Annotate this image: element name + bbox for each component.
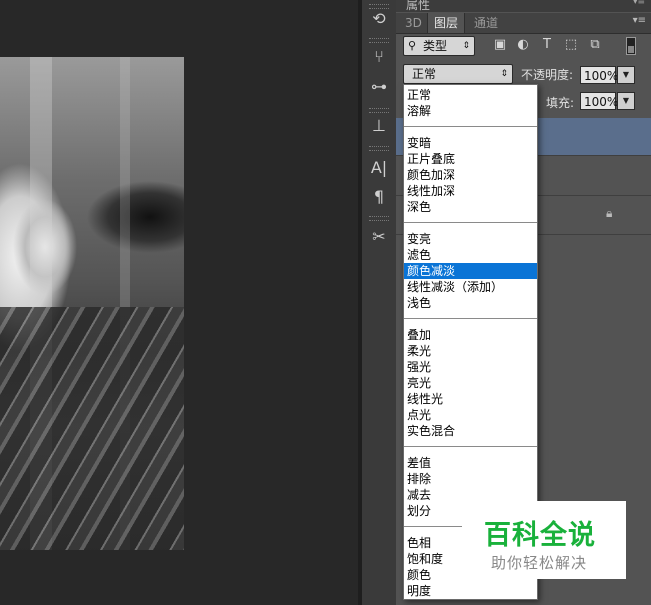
blend-option[interactable]: 正片叠底 <box>404 151 537 167</box>
panel-menu-icon[interactable]: ▾≡ <box>633 15 646 26</box>
smart-object-filter-icon[interactable]: ⧉ <box>587 37 603 53</box>
filter-kind-select[interactable]: ⚲ 类型 ⇕ <box>403 36 475 56</box>
filter-kind-label: 类型 <box>423 39 448 53</box>
blend-row: 正常 ⇕ 不透明度: 100% ▼ <box>396 62 651 86</box>
fill-input[interactable]: 100% <box>580 92 618 110</box>
blend-option[interactable]: 溶解 <box>404 103 537 119</box>
menu-separator <box>404 222 537 223</box>
panel-tabs: 3D 图层 通道 ▾≡ <box>396 13 651 34</box>
strip-grip[interactable] <box>369 38 389 43</box>
properties-panel-header: 属性 ▾≡ <box>396 0 651 12</box>
blend-option[interactable]: 线性减淡（添加） <box>404 279 537 295</box>
blend-option[interactable]: 颜色加深 <box>404 167 537 183</box>
strip-grip[interactable] <box>369 216 389 221</box>
tab-3d[interactable]: 3D <box>399 13 428 33</box>
adjust-icon[interactable]: ⊶ <box>367 76 391 98</box>
menu-separator <box>404 318 537 319</box>
blend-mode-select[interactable]: 正常 ⇕ <box>403 64 513 84</box>
fill-label: 填充: <box>546 96 575 110</box>
tab-channels[interactable]: 通道 <box>468 13 504 33</box>
watermark-title: 百科全说 <box>484 520 596 551</box>
layer-filter-row: ⚲ 类型 ⇕ ▣ ◐ T ⬚ ⧉ <box>396 34 651 58</box>
strip-grip[interactable] <box>369 108 389 113</box>
menu-separator <box>404 446 537 447</box>
updown-arrow-icon: ⇕ <box>462 41 470 51</box>
clone-source-icon[interactable]: ⊥ <box>367 115 391 137</box>
properties-title: 属性 <box>406 0 431 12</box>
photo-bedsheet <box>0 307 184 550</box>
blend-option[interactable]: 明度 <box>404 583 537 599</box>
blend-option[interactable]: 差值 <box>404 455 537 471</box>
type-filter-icon[interactable]: T <box>539 37 555 53</box>
blend-option[interactable]: 深色 <box>404 199 537 215</box>
blend-option[interactable]: 浅色 <box>404 295 537 311</box>
blend-option[interactable]: 亮光 <box>404 375 537 391</box>
search-icon: ⚲ <box>408 39 417 52</box>
fill-dropdown-button[interactable]: ▼ <box>617 92 635 110</box>
blend-option[interactable]: 线性加深 <box>404 183 537 199</box>
blend-option[interactable]: 叠加 <box>404 327 537 343</box>
opacity-dropdown-button[interactable]: ▼ <box>617 66 635 84</box>
inverted-photo <box>0 57 184 550</box>
blend-mode-value: 正常 <box>412 67 437 81</box>
tool-presets-icon[interactable]: ✂ <box>367 226 391 248</box>
blend-option[interactable]: 线性光 <box>404 391 537 407</box>
tab-layers[interactable]: 图层 <box>427 13 466 33</box>
opacity-input[interactable]: 100% <box>580 66 618 84</box>
filter-toggle-switch[interactable] <box>626 37 636 55</box>
blend-option[interactable]: 变暗 <box>404 135 537 151</box>
updown-arrow-icon: ⇕ <box>500 69 508 79</box>
blend-option[interactable]: 柔光 <box>404 343 537 359</box>
shape-filter-icon[interactable]: ⬚ <box>563 37 579 53</box>
watermark-logo: 百科全说 助你轻松解决 <box>462 501 626 579</box>
pixel-filter-icon[interactable]: ▣ <box>492 37 508 53</box>
menu-separator <box>404 126 537 127</box>
character-icon[interactable]: A| <box>367 157 391 179</box>
brush-presets-icon[interactable]: ⑂ <box>367 46 391 68</box>
adjustment-filter-icon[interactable]: ◐ <box>515 37 531 53</box>
lock-icon: 🔒︎ <box>606 206 613 220</box>
paragraph-icon[interactable]: ¶ <box>367 186 391 208</box>
panel-icon-strip: ⟲ ⑂ ⊶ ⊥ A| ¶ ✂ <box>362 0 397 605</box>
blend-option[interactable]: 正常 <box>404 87 537 103</box>
blend-option[interactable]: 点光 <box>404 407 537 423</box>
opacity-label: 不透明度: <box>521 68 574 82</box>
history-brush-icon[interactable]: ⟲ <box>367 8 391 30</box>
blend-option[interactable]: 实色混合 <box>404 423 537 439</box>
collapse-icon[interactable]: ▾≡ <box>633 0 645 7</box>
blend-option[interactable]: 强光 <box>404 359 537 375</box>
blend-option[interactable]: 变亮 <box>404 231 537 247</box>
blend-option[interactable]: 排除 <box>404 471 537 487</box>
blend-option[interactable]: 滤色 <box>404 247 537 263</box>
strip-grip[interactable] <box>369 146 389 151</box>
watermark-subtitle: 助你轻松解决 <box>491 554 588 572</box>
blend-option[interactable]: 颜色减淡 <box>404 263 537 279</box>
document-canvas[interactable] <box>0 0 358 605</box>
